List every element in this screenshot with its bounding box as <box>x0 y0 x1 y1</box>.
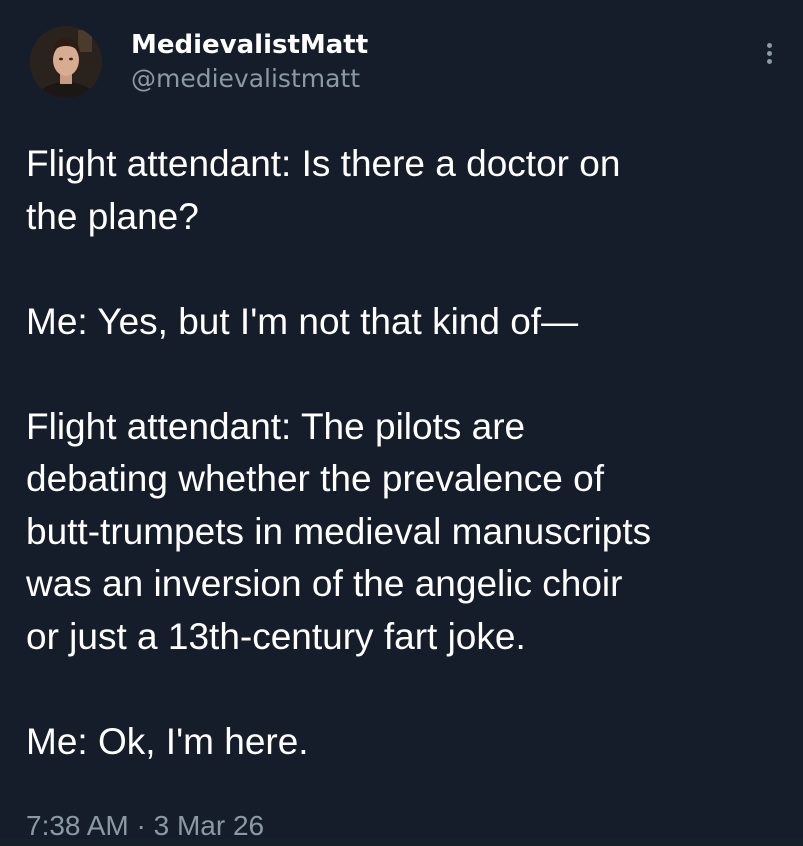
tweet-time: 7:38 AM <box>26 810 129 841</box>
text-line: was an inversion of the angelic choir <box>26 563 623 604</box>
more-options-button[interactable] <box>758 40 780 76</box>
profile-photo-icon <box>30 26 102 98</box>
avatar[interactable] <box>30 26 102 98</box>
text-line: debating whether the prevalence of <box>26 458 605 499</box>
text-line: butt-trumpets in medieval manuscripts <box>26 510 652 552</box>
text-line: Flight attendant: The pilots are <box>26 405 526 447</box>
tweet-paragraph: Me: Ok, I'm here. <box>26 716 786 769</box>
text-line: Me: Ok, I'm here. <box>26 720 309 762</box>
tweet-paragraph: Flight attendant: Is there a doctor on t… <box>26 138 786 243</box>
tweet-date: 3 Mar 26 <box>153 810 265 841</box>
dot <box>766 43 772 48</box>
tweet-header: MedievalistMatt @medievalistmatt <box>30 26 780 106</box>
tweet-card: MedievalistMatt @medievalistmatt Flight … <box>0 0 803 841</box>
text-line: Me: Yes, but I'm not that kind of— <box>26 300 579 342</box>
tweet-text: Flight attendant: Is there a doctor on t… <box>26 138 786 768</box>
timestamp-separator: · <box>136 810 146 841</box>
dot <box>766 51 772 56</box>
tweet-paragraph: Me: Yes, but I'm not that kind of— <box>26 296 786 349</box>
author-info: MedievalistMatt @medievalistmatt <box>131 28 368 96</box>
user-handle[interactable]: @medievalistmatt <box>131 62 368 96</box>
text-line: the plane? <box>26 195 199 237</box>
display-name[interactable]: MedievalistMatt <box>131 28 368 62</box>
dot <box>766 59 772 64</box>
tweet-timestamp[interactable]: 7:38 AM · 3 Mar 26 <box>26 806 264 846</box>
text-line: Flight attendant: Is there a doctor on <box>26 143 621 184</box>
text-line: or just a 13th-century fart joke. <box>26 615 526 657</box>
tweet-paragraph: Flight attendant: The pilots are debatin… <box>26 401 786 664</box>
